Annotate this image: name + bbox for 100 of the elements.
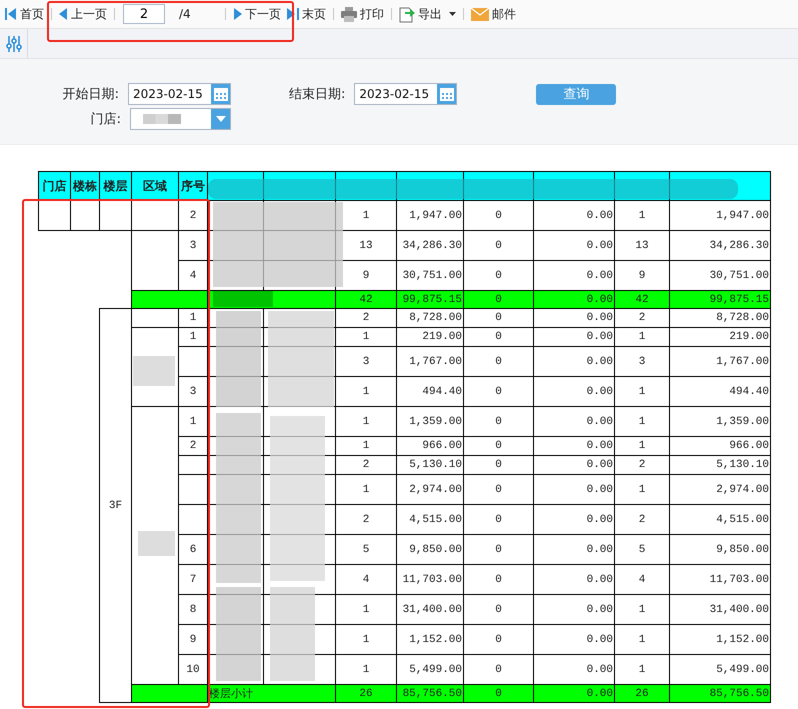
table-cell: 11,703.00 [396,564,464,594]
print-button[interactable]: 打印 [338,3,387,25]
table-cell: 5,130.10 [670,456,770,474]
table-cell: 42 [614,290,670,308]
prev-button[interactable]: 上一页 [56,3,110,25]
column-header: 楼层 [100,172,132,200]
table-cell: 1 [336,474,396,504]
table-cell: 0.00 [534,564,614,594]
field-label: 开始日期: [62,86,119,103]
table-cell: 5 [614,534,670,564]
page-number-field[interactable]: 2 [123,4,165,24]
table-cell: 99,875.15 [670,290,770,308]
table-cell: 1 [614,474,670,504]
table-cell: 1 [614,594,670,624]
table-cell: 2 [336,456,396,474]
table-cell: 0.00 [534,456,614,474]
table-cell: 0 [464,230,534,260]
table-cell: 34,286.30 [396,230,464,260]
table-cell: 0.00 [534,436,614,456]
table-cell: 1,947.00 [670,200,770,230]
column-header: 区域 [132,172,178,200]
store-dropdown[interactable] [130,108,231,130]
export-button[interactable]: 导出 [396,3,459,25]
table-cell: 0 [464,564,534,594]
first-button[interactable]: 首页 [2,3,47,25]
mail-button[interactable]: 邮件 [468,3,519,25]
blur-patch [138,531,175,556]
table-cell: 0.00 [534,346,614,376]
table-cell: 1,359.00 [396,406,464,436]
next-button[interactable]: 下一页 [230,3,284,25]
table-cell: 2 [614,504,670,534]
previous-icon [59,7,68,21]
table-cell: 1 [336,406,396,436]
table-cell: 966.00 [396,436,464,456]
blur-patch [213,291,273,307]
table-cell: 4 [614,564,670,594]
table-cell: 0 [464,308,534,328]
table-cell: 0.00 [534,534,614,564]
table-cell: 5,130.10 [396,456,464,474]
table-cell: 5 [336,534,396,564]
table-cell: 3 [178,376,208,406]
table-cell: 2,974.00 [670,474,770,504]
table-cell: 1 [614,328,670,346]
table-cell: 0.00 [534,328,614,346]
table-cell: 0.00 [534,376,614,406]
column-header: 楼栋 [70,172,100,200]
table-cell: 0 [464,504,534,534]
table-cell: 0 [464,456,534,474]
table-cell: 0 [464,594,534,624]
table-cell: 3 [178,230,208,260]
table-cell: 8 [178,594,208,624]
table-cell: 楼层小计 [208,684,336,702]
table-cell: 1,947.00 [396,200,464,230]
table-cell: 1 [614,436,670,456]
last-button[interactable]: 末页 [284,3,329,25]
table-cell: 2 [336,308,396,328]
table-cell: 3 [614,346,670,376]
table-cell: 0 [464,328,534,346]
table-cell: 1 [336,436,396,456]
table-cell: 1,152.00 [396,624,464,654]
table-cell: 1 [614,200,670,230]
table-cell: 2 [614,308,670,328]
table-cell: 7 [178,564,208,594]
table-cell: 2 [336,504,396,534]
table-cell: 3F [100,308,132,702]
table-cell: 34,286.30 [670,230,770,260]
table-cell: 4,515.00 [396,504,464,534]
table-cell: 0.00 [534,504,614,534]
table-cell: 99,875.15 [396,290,464,308]
table-cell: 494.40 [396,376,464,406]
table-cell: 0 [464,534,534,564]
table-cell: 11,703.00 [670,564,770,594]
table-cell: 1,152.00 [670,624,770,654]
table-cell: 31,400.00 [670,594,770,624]
field-label: 结束日期: [289,86,346,103]
table-cell: 0.00 [534,624,614,654]
redaction-mosaic [143,114,181,124]
first-page-icon [5,7,17,21]
table-cell: 0.00 [534,684,614,702]
table-cell: 31,400.00 [396,594,464,624]
table-cell: 0 [464,624,534,654]
table-cell: 85,756.50 [396,684,464,702]
table-cell: 1 [336,624,396,654]
table-cell: 9,850.00 [396,534,464,564]
caret-icon [449,12,456,16]
table-cell: 1,359.00 [670,406,770,436]
table-cell: 1 [178,406,208,436]
table-cell: 494.40 [670,376,770,406]
table-cell: 1 [336,594,396,624]
table-cell: 219.00 [670,328,770,346]
document-arrow-icon [399,6,415,22]
table-cell: 13 [614,230,670,260]
table-cell: 6 [178,534,208,564]
table-cell: 0 [464,684,534,702]
table-cell: 0 [464,474,534,504]
printer-icon [341,6,357,22]
table-cell: 8,728.00 [670,308,770,328]
table-cell: 2 [614,456,670,474]
dropdown-icon[interactable] [211,109,230,129]
table-cell: 0.00 [534,200,614,230]
